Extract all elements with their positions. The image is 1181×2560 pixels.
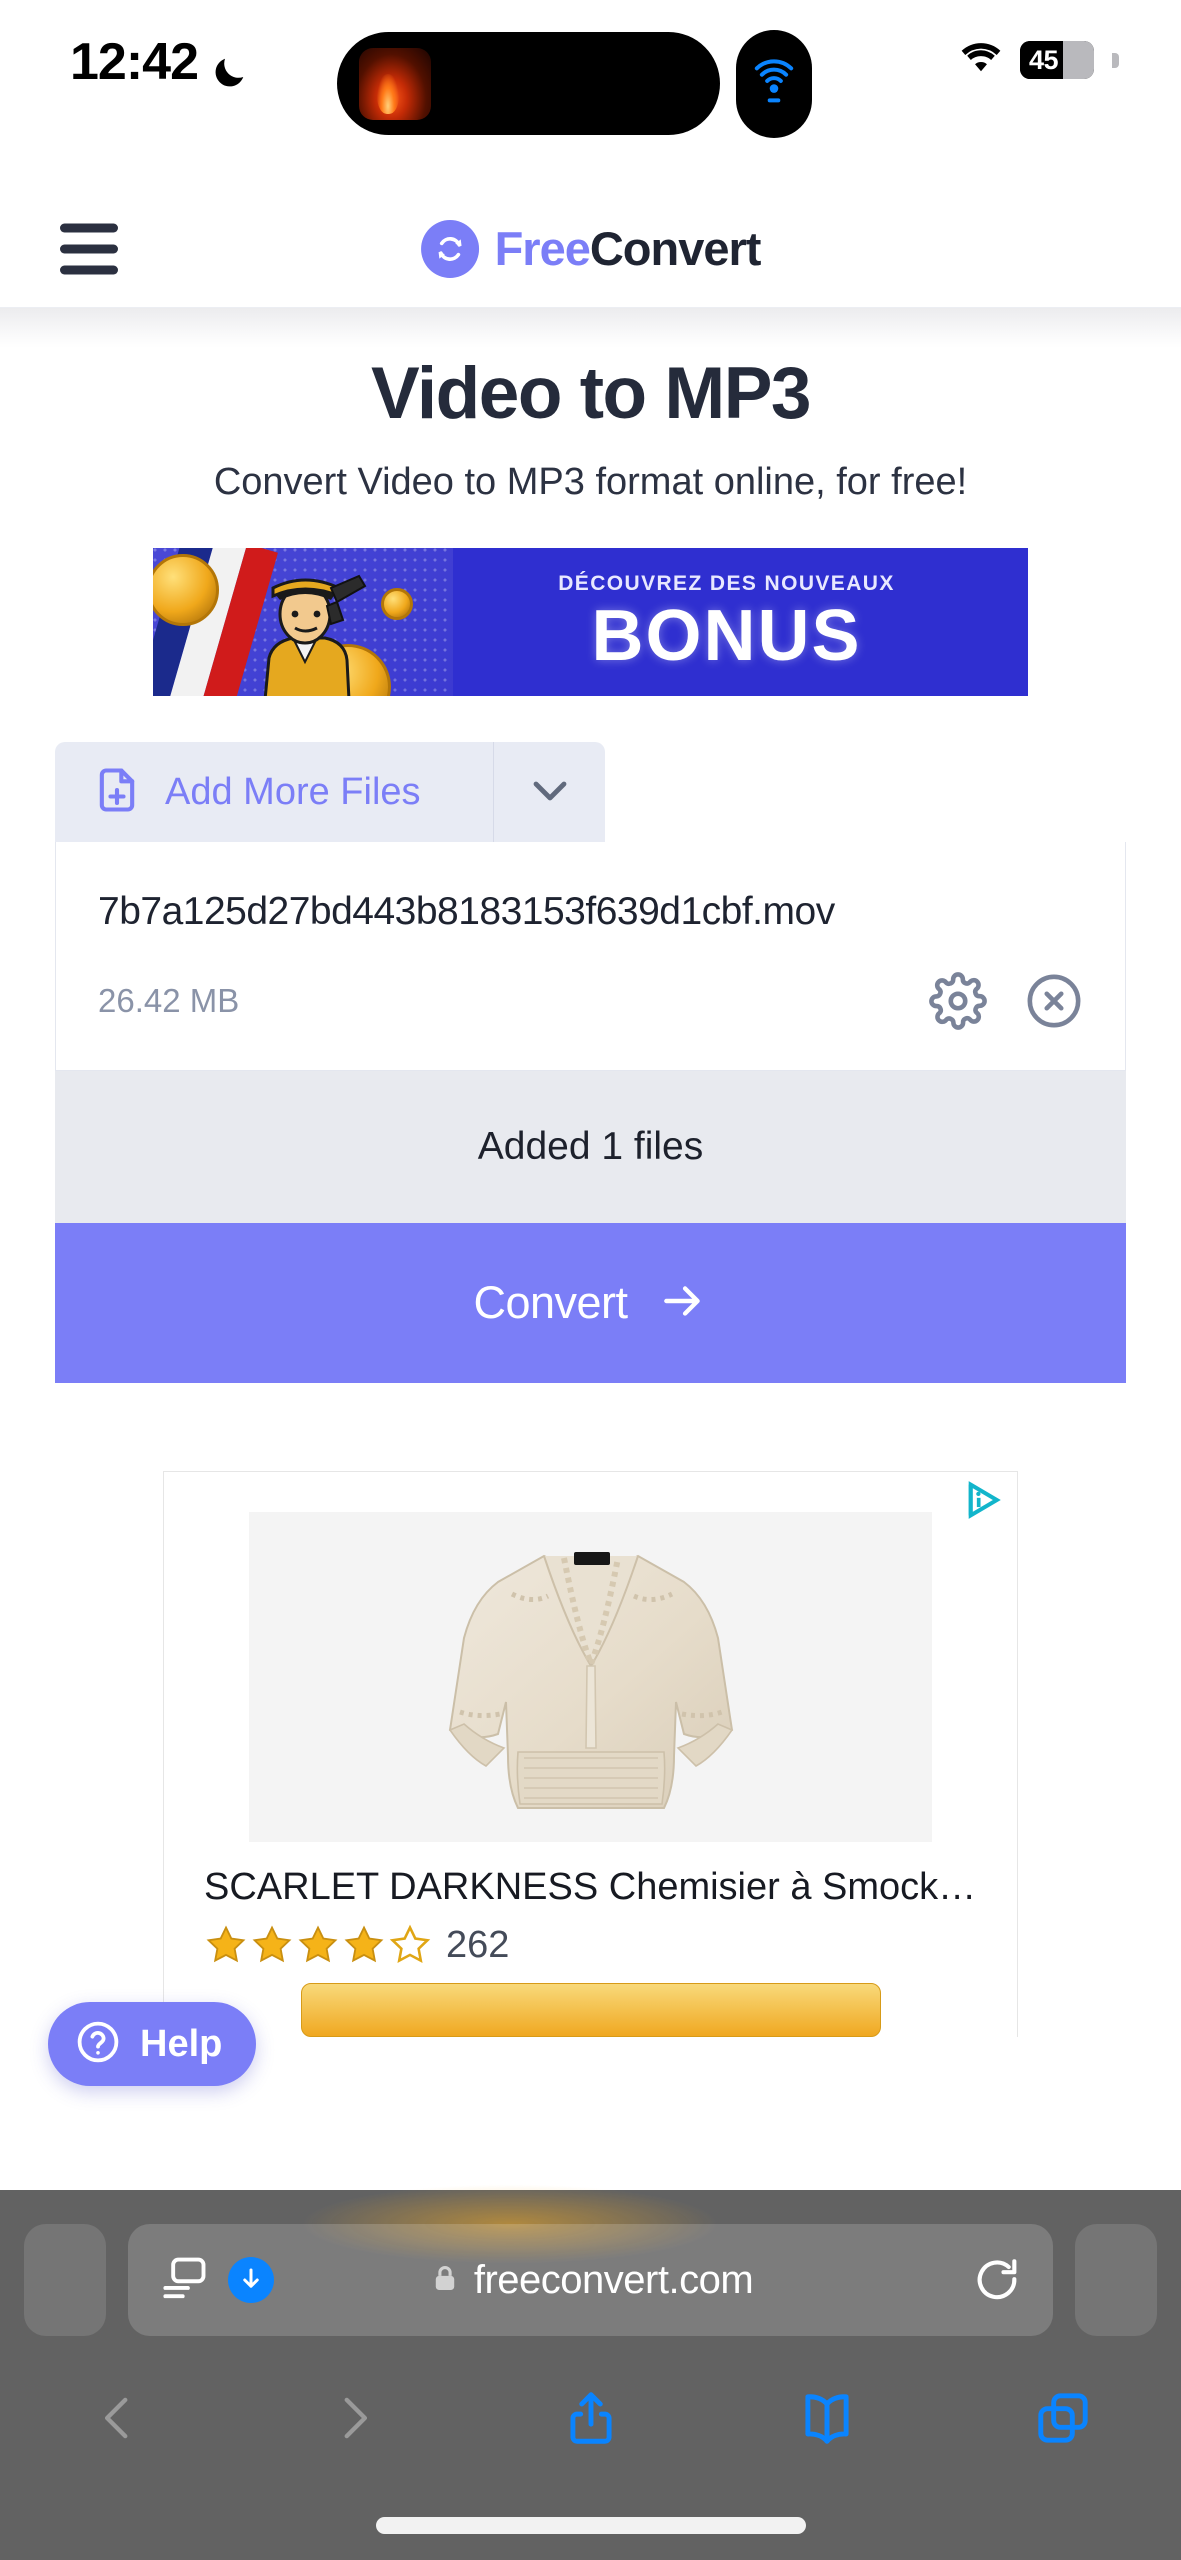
home-indicator <box>375 2517 806 2534</box>
phone-screen: 12:42 45 FreeConvert Video to MP3 Conver… <box>0 0 1181 2560</box>
safari-tab-strip: freeconvert.com <box>0 2224 1181 2336</box>
banner-advertisement[interactable]: DÉCOUVREZ DES NOUVEAUX BONUS <box>153 548 1028 696</box>
chevron-left-icon <box>105 2397 128 2439</box>
share-button[interactable] <box>472 2387 708 2449</box>
next-tab-preview[interactable] <box>1075 2224 1157 2336</box>
add-files-dropdown-toggle[interactable] <box>493 742 605 842</box>
banner-ad-artwork <box>153 548 453 696</box>
lock-icon <box>428 2261 462 2300</box>
safari-toolbar <box>0 2358 1181 2478</box>
file-plus-icon <box>91 764 143 821</box>
refresh-circle-icon <box>420 219 479 278</box>
address-bar-left-controls <box>158 2252 274 2309</box>
close-circle-icon[interactable] <box>1025 972 1083 1030</box>
file-row: 7b7a125d27bd443b8183153f639d1cbf.mov 26.… <box>55 842 1126 1071</box>
add-more-files-button[interactable]: Add More Files <box>55 742 493 842</box>
banner-ad-kicker: DÉCOUVREZ DES NOUVEAUX <box>558 572 895 595</box>
product-image <box>249 1512 932 1842</box>
brand-first-word: Free <box>494 222 591 275</box>
clock-label: 12:42 <box>70 33 199 91</box>
question-circle-icon <box>74 2018 122 2071</box>
reload-icon[interactable] <box>971 2254 1023 2306</box>
page-subtitle: Convert Video to MP3 format online, for … <box>213 461 968 503</box>
url-label: freeconvert.com <box>473 2257 754 2302</box>
file-size-label: 26.42 MB <box>98 982 240 1019</box>
product-advertisement[interactable]: SCARLET DARKNESS Chemisier à Smock… 262 <box>163 1471 1018 2037</box>
forward-button[interactable] <box>236 2389 472 2447</box>
brand-text: FreeConvert <box>494 221 762 276</box>
tabs-icon <box>1038 2393 1088 2443</box>
bookmarks-button[interactable] <box>709 2387 945 2449</box>
add-more-files-label: Add More Files <box>165 770 421 813</box>
converter-tab-row: Add More Files <box>0 742 1181 842</box>
brand-second-word: Convert <box>589 222 762 275</box>
dynamic-island[interactable] <box>337 32 720 135</box>
battery-tip <box>1112 52 1119 68</box>
wifi-icon <box>958 40 1004 80</box>
now-playing-artwork <box>359 47 431 120</box>
download-arrow-icon[interactable] <box>228 2257 274 2303</box>
tabs-button[interactable] <box>945 2387 1181 2449</box>
airplay-broadcast-icon[interactable] <box>736 30 812 138</box>
safari-browser-chrome: freeconvert.com <box>0 2184 1181 2560</box>
back-button[interactable] <box>0 2389 236 2447</box>
brand-logo[interactable]: FreeConvert <box>420 219 762 278</box>
convert-button[interactable]: Convert <box>55 1223 1126 1383</box>
site-header: FreeConvert <box>0 190 1181 308</box>
battery-indicator: 45 <box>1020 41 1094 79</box>
status-bar-time-group: 12:42 <box>70 32 248 92</box>
reader-view-icon[interactable] <box>158 2252 210 2309</box>
blouse-illustration <box>448 1552 733 1809</box>
share-icon <box>569 2392 612 2444</box>
hamburger-menu-icon[interactable] <box>60 223 118 274</box>
arrow-right-icon <box>658 1276 708 1331</box>
file-name-label: 7b7a125d27bd443b8183153f639d1cbf.mov <box>98 890 835 933</box>
product-cta-button[interactable] <box>300 1983 881 2037</box>
coin-icon <box>381 588 413 620</box>
gear-icon[interactable] <box>929 972 987 1030</box>
ios-status-bar: 12:42 45 <box>0 0 1181 190</box>
file-action-group <box>929 972 1083 1030</box>
help-button-label: Help <box>140 2022 223 2065</box>
page-title: Video to MP3 <box>371 353 812 434</box>
star-rating-icons <box>204 1923 432 1967</box>
converter-widget: Add More Files 7b7a125d27bd443b8183153f6… <box>0 742 1181 1383</box>
battery-percent-label: 45 <box>1029 44 1059 75</box>
file-meta-row: 26.42 MB <box>98 972 1083 1030</box>
banner-ad-title: BONUS <box>591 596 862 676</box>
book-icon <box>805 2394 849 2444</box>
product-rating: 262 <box>164 1923 1017 1967</box>
adchoices-icon[interactable] <box>963 1480 1003 1520</box>
crescent-moon-icon <box>210 45 248 87</box>
added-files-label: Added 1 files <box>477 1125 704 1168</box>
status-bar-right-group: 45 <box>958 40 1119 80</box>
chevron-down-icon <box>526 766 574 819</box>
help-button[interactable]: Help <box>48 2002 257 2086</box>
previous-tab-preview[interactable] <box>24 2224 106 2336</box>
added-files-status: Added 1 files <box>55 1071 1126 1223</box>
page-top-shade <box>0 308 1181 348</box>
chevron-right-icon <box>344 2397 368 2439</box>
convert-button-label: Convert <box>473 1277 628 1328</box>
detective-illustration <box>263 574 367 696</box>
banner-ad-copy: DÉCOUVREZ DES NOUVEAUX BONUS <box>453 548 1028 696</box>
address-bar[interactable]: freeconvert.com <box>128 2224 1053 2336</box>
review-count-label: 262 <box>446 1923 510 1966</box>
product-title: SCARLET DARKNESS Chemisier à Smock… <box>204 1866 977 1908</box>
